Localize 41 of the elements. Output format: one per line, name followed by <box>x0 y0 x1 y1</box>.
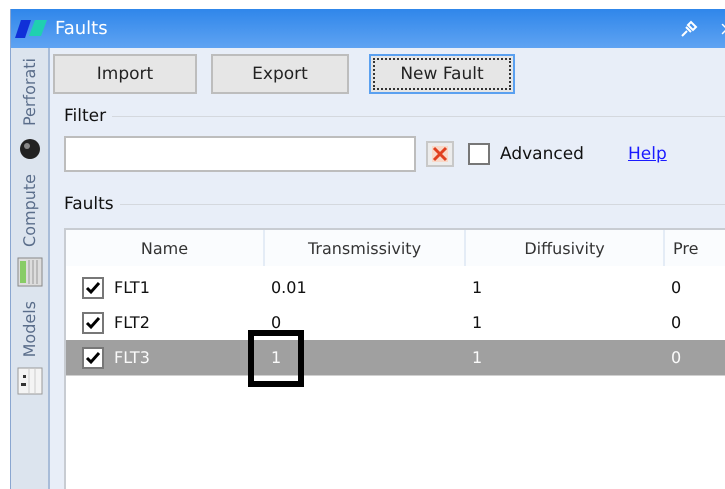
table-cell-text: 0 <box>670 313 682 332</box>
table-cell-text: 1 <box>471 278 482 297</box>
filter-field[interactable] <box>64 136 416 172</box>
column-header[interactable]: Diffusivity <box>466 230 665 266</box>
spreadsheet-icon <box>16 257 42 287</box>
table-cell-text: 1 <box>471 348 482 367</box>
checkbox[interactable] <box>82 346 104 368</box>
table-cell-text: 0 <box>670 348 682 367</box>
table-cell: FLT1 <box>114 278 150 297</box>
window-title: Faults <box>55 18 109 39</box>
table-cell-text: 0 <box>270 313 282 332</box>
table-cell: FLT2 <box>114 313 150 332</box>
table-cell-text: 0 <box>670 278 682 297</box>
checkbox[interactable] <box>468 143 490 165</box>
column-header[interactable]: Pre <box>665 230 725 266</box>
clear-icon <box>432 146 448 162</box>
toolbar-button[interactable]: Export <box>211 54 349 94</box>
checkbox[interactable] <box>82 312 104 334</box>
side-tab[interactable]: Compute <box>20 174 39 247</box>
help-link[interactable]: Help <box>628 144 667 164</box>
table-cell-text: 0.01 <box>270 278 307 297</box>
table-cell-text: 1 <box>270 348 282 367</box>
clear-button[interactable] <box>426 141 454 167</box>
table-row[interactable]: FLT1 0.01 1 0 <box>66 270 725 305</box>
checkbox-label: Advanced <box>500 144 584 164</box>
group-title: Faults <box>64 194 114 214</box>
toolbar-button[interactable]: Import <box>53 54 197 94</box>
side-tab[interactable]: Models <box>20 301 39 358</box>
column-header[interactable]: Name <box>66 230 265 266</box>
column-header[interactable]: Transmissivity <box>265 230 466 266</box>
group-title: Filter <box>64 106 106 126</box>
table-icon <box>16 367 42 396</box>
checkbox[interactable] <box>82 276 104 298</box>
table-row[interactable]: FLT2 0 1 0 <box>66 305 725 340</box>
ball-icon <box>18 136 42 160</box>
pin-icon[interactable] <box>680 20 698 38</box>
logo-icon <box>15 18 49 40</box>
toolbar-button[interactable]: New Fault <box>369 54 515 94</box>
table-cell-text: 1 <box>471 313 482 332</box>
table-cell: FLT3 <box>114 348 150 367</box>
side-tab[interactable]: Perforati <box>20 58 39 126</box>
